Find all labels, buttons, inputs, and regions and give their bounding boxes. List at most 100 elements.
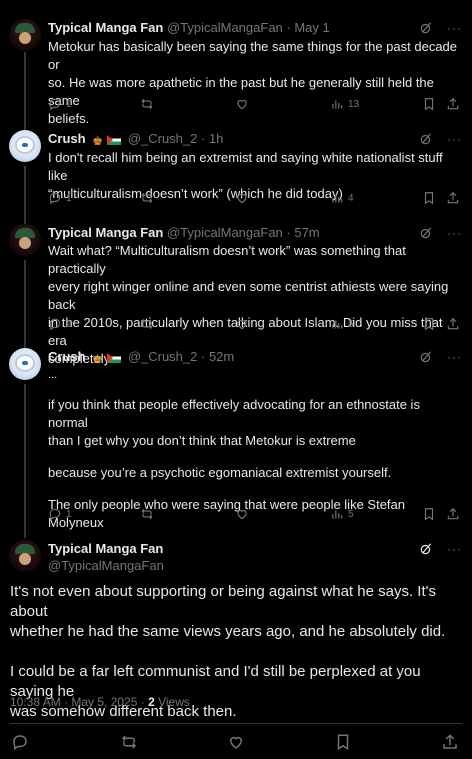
bookmark-button[interactable] [422, 316, 436, 332]
tweet-line: Wait what? “Multiculturalism doesn’t wor… [48, 243, 406, 276]
avatar[interactable] [9, 19, 41, 51]
retweet-button[interactable] [140, 96, 154, 112]
views-button[interactable]: 5 [330, 506, 354, 522]
separator: · [282, 20, 295, 35]
views-count: 4 [348, 192, 354, 204]
grok-icon[interactable] [419, 226, 433, 240]
like-button[interactable] [235, 190, 249, 206]
tweet-header: Crush ♚ @_Crush_2 · 1h [48, 130, 462, 148]
views-button[interactable]: 13 [330, 96, 359, 112]
bookmark-icon [424, 192, 434, 205]
retweet-button[interactable] [140, 190, 154, 206]
timestamp[interactable]: May 1 [294, 20, 329, 35]
reply-count: 1 [66, 318, 72, 330]
more-icon[interactable]: ··· [447, 350, 462, 364]
like-icon[interactable] [227, 733, 245, 751]
crown-icon: ♚ [92, 352, 103, 366]
tweet-line: every right winger online and even some … [48, 279, 449, 312]
views-count: 5 [348, 318, 354, 330]
tweet-line: if you think that people effectively adv… [48, 397, 420, 430]
views-button[interactable]: 4 [330, 190, 354, 206]
views-icon [332, 320, 343, 329]
share-icon[interactable] [441, 733, 459, 751]
bookmark-button[interactable] [422, 506, 436, 522]
share-icon [447, 97, 459, 110]
tweet-meta: 10:38 AM · May 5, 2025 · 2 Views [10, 695, 190, 709]
share-button[interactable] [446, 190, 460, 206]
display-name[interactable]: Typical Manga Fan [48, 225, 163, 240]
tweet-line: ... [48, 369, 58, 381]
timestamp[interactable]: 57m [294, 225, 319, 240]
display-name[interactable]: Crush [48, 131, 86, 146]
timestamp[interactable]: 52m [209, 349, 234, 364]
more-icon[interactable]: ··· [447, 542, 462, 556]
like-icon [237, 510, 247, 520]
grok-icon[interactable] [419, 350, 433, 364]
views-label: Views [154, 695, 190, 709]
grok-icon[interactable] [419, 21, 433, 35]
tweet-header: Crush ♚ @_Crush_2 · 52m [48, 348, 462, 366]
reply-icon[interactable] [11, 733, 29, 751]
reply-icon [49, 192, 61, 205]
display-name[interactable]: Crush [48, 349, 86, 364]
avatar[interactable] [9, 540, 41, 572]
reply-icon [49, 98, 61, 111]
timestamp[interactable]: 10:38 AM · May 5, 2025 · [10, 695, 148, 709]
separator: · [282, 225, 295, 240]
like-button[interactable] [235, 316, 249, 332]
tweet-actions: 1 5 [48, 506, 462, 522]
avatar[interactable] [9, 348, 41, 380]
like-button[interactable] [235, 506, 249, 522]
reply-button[interactable]: 1 [48, 506, 72, 522]
focused-tweet: Typical Manga Fan @TypicalMangaFan ··· I… [0, 540, 472, 759]
tweet-line: I don't recall him being an extremist an… [48, 150, 443, 183]
retweet-button[interactable] [140, 316, 154, 332]
like-button[interactable] [235, 96, 249, 112]
crown-icon: ♚ [92, 134, 103, 148]
tweet[interactable]: Crush ♚ @_Crush_2 · 52m ··· ... if you t… [0, 348, 472, 538]
grok-icon[interactable] [419, 542, 433, 556]
share-icon [447, 507, 459, 520]
tweet-line: beliefs. [48, 111, 90, 126]
reply-icon [49, 318, 61, 331]
bookmark-icon[interactable] [334, 733, 352, 751]
bookmark-button[interactable] [422, 190, 436, 206]
user-handle[interactable]: @TypicalMangaFan [167, 225, 283, 240]
retweet-icon[interactable] [120, 733, 138, 751]
more-icon[interactable]: ··· [447, 21, 462, 35]
display-name[interactable]: Typical Manga Fan [48, 20, 163, 35]
tweet[interactable]: Crush ♚ @_Crush_2 · 1h ··· I don't recal… [0, 130, 472, 224]
user-handle[interactable]: @_Crush_2 [128, 349, 198, 364]
share-button[interactable] [446, 316, 460, 332]
user-handle[interactable]: @TypicalMangaFan [48, 558, 164, 574]
bookmark-button[interactable] [422, 96, 436, 112]
views-button[interactable]: 5 [330, 316, 354, 332]
retweet-icon [141, 192, 153, 204]
user-handle[interactable]: @TypicalMangaFan [167, 20, 283, 35]
views-count: 5 [348, 508, 354, 520]
reply-button[interactable]: 1 [48, 96, 72, 112]
avatar[interactable] [9, 224, 41, 256]
display-name[interactable]: Typical Manga Fan [48, 541, 163, 556]
tweet-actions: 1 4 [48, 190, 462, 206]
user-handle[interactable]: @_Crush_2 [128, 131, 198, 146]
bookmark-icon [424, 98, 434, 111]
retweet-button[interactable] [140, 506, 154, 522]
like-icon [237, 100, 247, 110]
tweet[interactable]: Typical Manga Fan @TypicalMangaFan · 57m… [0, 224, 472, 366]
reply-button[interactable]: 1 [48, 316, 72, 332]
reply-count: 1 [66, 192, 72, 204]
tweet[interactable]: Typical Manga Fan @TypicalMangaFan · May… [0, 19, 472, 131]
reply-button[interactable]: 1 [48, 190, 72, 206]
grok-icon[interactable] [419, 132, 433, 146]
share-button[interactable] [446, 96, 460, 112]
avatar[interactable] [9, 130, 41, 162]
reply-count: 1 [66, 98, 72, 110]
more-icon[interactable]: ··· [447, 226, 462, 240]
retweet-icon [141, 318, 153, 330]
reply-count: 1 [66, 508, 72, 520]
share-button[interactable] [446, 506, 460, 522]
more-icon[interactable]: ··· [447, 132, 462, 146]
timestamp[interactable]: 1h [209, 131, 223, 146]
reply-icon [49, 508, 61, 521]
